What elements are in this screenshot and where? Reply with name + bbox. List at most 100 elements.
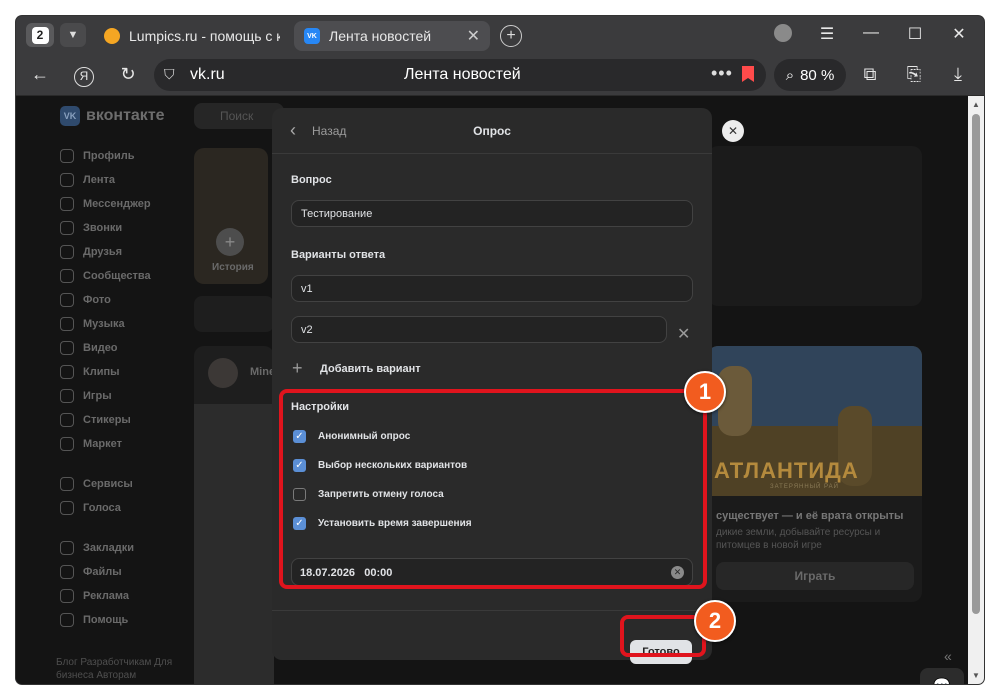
sidebar-item-ads[interactable]: Реклама [60,584,151,608]
tab-vk-feed[interactable]: VK Лента новостей ✕ [294,21,490,51]
votes-icon [60,501,74,515]
sidebar-item-label: Лента [83,174,115,186]
sidebar-footer-links[interactable]: Блог Разработчикам Для бизнеса Авторам [56,656,196,682]
chat-bubble-icon[interactable]: 💬 [920,668,964,684]
maximize-icon[interactable]: ☐ [904,24,926,44]
sidebar-item-messenger[interactable]: Мессенджер [60,192,151,216]
communities-icon [60,269,74,283]
sidebar-item-profile[interactable]: Профиль [60,144,151,168]
question-input[interactable]: Тестирование [291,200,693,227]
scroll-down-icon[interactable]: ▼ [972,671,980,680]
tab-title: Лента новостей [329,28,432,44]
sidebar-item-votes[interactable]: Голоса [60,496,151,520]
bookmarks-icon [60,541,74,555]
sidebar-item-communities[interactable]: Сообщества [60,264,151,288]
sidebar-item-label: Файлы [83,566,122,578]
extensions-puzzle-icon[interactable]: ⧉ [858,64,882,85]
minimize-icon[interactable]: — [860,24,882,42]
sidebar-item-files[interactable]: Файлы [60,560,151,584]
sidebar-item-market[interactable]: Маркет [60,432,151,456]
video-icon [60,341,74,355]
sidebar-item-label: Мессенджер [83,198,151,210]
add-option-button[interactable]: Добавить вариант [320,363,421,375]
scrollbar-thumb[interactable] [972,114,980,614]
back-arrow-icon[interactable]: ← [28,64,52,85]
sidebar-item-label: Звонки [83,222,123,234]
post-author-avatar[interactable] [208,358,238,388]
zoom-search-icon: ⌕ [785,66,795,84]
feed-icon [60,173,74,187]
sidebar-item-label: Сервисы [83,478,133,490]
sidebar-item-label: Музыка [83,318,125,330]
more-dots-icon[interactable]: ••• [711,63,733,84]
page-scrollbar[interactable]: ▲ ▼ [968,96,984,684]
reload-icon[interactable]: ↻ [116,64,140,85]
window-close-icon[interactable]: ✕ [948,24,970,44]
answer-input-2[interactable]: v2 [291,316,667,343]
sidebar-item-label: Закладки [83,542,135,554]
collapse-double-chevron-icon[interactable]: « [944,648,952,664]
poll-modal-title: Опрос [473,124,511,138]
sidebar-item-music[interactable]: Музыка [60,312,151,336]
ads-icon [60,589,74,603]
sidebar-item-label: Реклама [83,590,130,602]
sidebar-item-label: Фото [83,294,111,306]
step-badge-1: 1 [684,371,726,413]
tab-title: Lumpics.ru - помощь с ком [129,28,280,44]
sidebar-item-photos[interactable]: Фото [60,288,151,312]
services-icon [60,477,74,491]
sidebar-item-clips[interactable]: Клипы [60,360,151,384]
tab-count: 2 [31,26,49,44]
sidebar-item-help[interactable]: Помощь [60,608,151,632]
stickers-icon [60,413,74,427]
post-composer[interactable] [194,296,274,332]
sidebar-divider [60,520,151,536]
collections-icon[interactable]: ⎘ [902,64,926,85]
sidebar-item-feed[interactable]: Лента [60,168,151,192]
sidebar-item-video[interactable]: Видео [60,336,151,360]
sidebar-item-stickers[interactable]: Стикеры [60,408,151,432]
post-image[interactable] [194,404,274,684]
tab-lumpics[interactable]: Lumpics.ru - помощь с ком [94,21,290,51]
sidebar-divider [60,456,151,472]
vk-logo[interactable]: VK вконтакте [60,106,165,126]
bookmark-icon[interactable] [742,66,754,82]
sidebar-item-label: Видео [83,342,118,354]
sidebar-item-friends[interactable]: Друзья [60,240,151,264]
address-domain: vk.ru [190,66,225,83]
download-icon[interactable]: ⤓ [946,64,970,85]
new-tab-plus-icon[interactable]: + [500,25,522,47]
modal-close-x-icon[interactable]: ✕ [722,120,744,142]
settings-highlight-box [279,389,707,589]
tab-close-icon[interactable]: ✕ [467,26,480,46]
menu-hamburger-icon[interactable]: ☰ [816,24,838,44]
sidebar-item-label: Клипы [83,366,120,378]
game-ad-description: дикие земли, добывайте ресурсы и питомце… [716,527,881,551]
tab-count-button[interactable]: 2 [26,23,54,47]
sidebar-item-services[interactable]: Сервисы [60,472,151,496]
games-icon [60,389,74,403]
profile-avatar-icon[interactable] [772,24,794,47]
right-panel-card [708,146,922,306]
answer-input-1[interactable]: v1 [291,275,693,302]
sidebar-item-label: Голоса [83,502,121,514]
remove-answer-x-icon[interactable]: ✕ [677,324,690,344]
step-badge-2: 2 [694,600,736,642]
address-bar[interactable]: ⛉ vk.ru Лента новостей ••• [154,59,766,91]
zoom-button[interactable]: ⌕ 80 % [774,59,846,91]
vk-search-input[interactable]: Поиск [194,103,284,129]
sidebar-item-label: Маркет [83,438,122,450]
play-button[interactable]: Играть [716,562,914,590]
sidebar-item-games[interactable]: Игры [60,384,151,408]
sidebar-item-label: Сообщества [83,270,151,282]
scroll-up-icon[interactable]: ▲ [972,100,980,109]
sidebar-item-calls[interactable]: Звонки [60,216,151,240]
add-plus-icon[interactable]: + [292,358,303,379]
tabs-menu-chevron-icon[interactable]: ▼ [60,23,86,47]
yandex-icon[interactable]: Я [72,64,96,87]
add-story-plus-icon[interactable]: + [216,228,244,256]
sidebar-item-bookmarks[interactable]: Закладки [60,536,151,560]
sidebar-item-label: Стикеры [83,414,131,426]
navigation-bar: ← Я ↻ ⛉ vk.ru Лента новостей ••• ⌕ 80 % ⧉… [16,54,984,96]
vk-logo-text: вконтакте [86,107,165,124]
